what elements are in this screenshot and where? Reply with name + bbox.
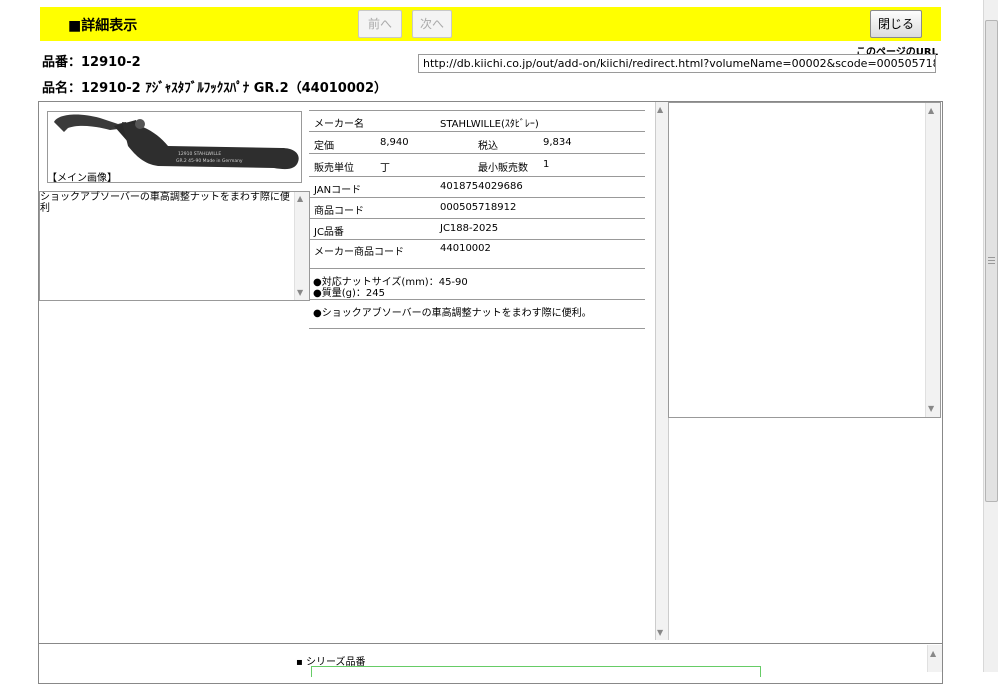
spec-scrollbar[interactable]: ▲ ▼ xyxy=(655,102,669,640)
series-scrollbar[interactable]: ▲ xyxy=(927,645,942,672)
close-button[interactable]: 閉じる xyxy=(870,10,922,38)
scroll-down-arrow-icon[interactable]: ▼ xyxy=(928,404,934,413)
spec-divider xyxy=(309,218,645,219)
maker-code-label: メーカー商品コード xyxy=(314,247,404,258)
spec-divider xyxy=(309,328,645,329)
spec-divider xyxy=(309,131,645,132)
tax-value: 9,834 xyxy=(543,137,572,148)
description-text: ショックアブソーバーの車高調整ナットをまわす際に便利 xyxy=(40,192,290,214)
page-url-field[interactable] xyxy=(418,54,936,73)
jc-label: JC品番 xyxy=(314,227,344,238)
product-code-label: 商品コード xyxy=(314,206,364,217)
related-scrollbar[interactable]: ▲ ▼ xyxy=(925,103,940,417)
series-panel xyxy=(38,643,943,684)
prev-button[interactable]: 前へ xyxy=(358,10,402,38)
scroll-up-arrow-icon[interactable]: ▲ xyxy=(930,649,936,658)
jc-value: JC188-2025 xyxy=(440,223,499,234)
spec-divider xyxy=(309,197,645,198)
image-caption: 【メイン画像】 xyxy=(47,173,117,184)
page-title: ■詳細表示 xyxy=(68,18,138,34)
maker-value: STAHLWILLE(ｽﾀﾋﾞﾚｰ) xyxy=(440,119,539,130)
bullet-square-icon: ▪ xyxy=(296,657,306,668)
spec-divider xyxy=(309,110,645,111)
engraving-text-1: 12910 STAHLWILLE xyxy=(178,151,221,157)
min-qty-value: 1 xyxy=(543,159,550,170)
spec-divider xyxy=(309,299,645,300)
maker-code-value: 44010002 xyxy=(440,243,491,254)
spec-divider xyxy=(309,153,645,154)
product-name: 品名：12910-2 ｱｼﾞｬｽﾀﾌﾞﾙﾌｯｸｽﾊﾟﾅ GR.2（4401000… xyxy=(42,81,387,96)
tax-label: 税込 xyxy=(478,141,498,152)
product-code-value: 000505718912 xyxy=(440,202,517,213)
unit-label: 販売単位 xyxy=(314,163,354,174)
scroll-down-arrow-icon[interactable]: ▼ xyxy=(657,628,663,637)
price-label: 定価 xyxy=(314,141,334,152)
price-value: 8,940 xyxy=(380,137,409,148)
jan-label: JANコード xyxy=(314,185,362,196)
spec-divider xyxy=(309,268,645,269)
unit-value: 丁 xyxy=(380,163,390,174)
page-scrollbar-thumb[interactable] xyxy=(985,20,998,502)
scroll-down-arrow-icon[interactable]: ▼ xyxy=(297,288,303,297)
scroll-up-arrow-icon[interactable]: ▲ xyxy=(657,105,663,114)
related-frame: ▲ ▼ xyxy=(668,102,941,418)
jan-value: 4018754029686 xyxy=(440,181,523,192)
feature-weight: ●質量(g)：245 xyxy=(313,288,385,299)
engraving-text-2: GR.2 45-90 Made in Germany xyxy=(176,158,243,164)
scroll-up-arrow-icon[interactable]: ▲ xyxy=(928,106,934,115)
min-qty-label: 最小販売数 xyxy=(478,163,528,174)
part-number: 品番：12910-2 xyxy=(42,55,141,70)
header-bar: ■詳細表示 前へ 次へ 閉じる xyxy=(40,7,941,41)
next-button[interactable]: 次へ xyxy=(412,10,452,38)
scroll-up-arrow-icon[interactable]: ▲ xyxy=(297,194,303,203)
feature-description: ●ショックアブソーバーの車高調整ナットをまわす際に便利。 xyxy=(313,308,592,319)
maker-label: メーカー名 xyxy=(314,119,364,130)
spec-divider xyxy=(309,176,645,177)
spec-divider xyxy=(309,239,645,240)
description-scrollbar[interactable]: ▲ ▼ xyxy=(294,192,309,300)
